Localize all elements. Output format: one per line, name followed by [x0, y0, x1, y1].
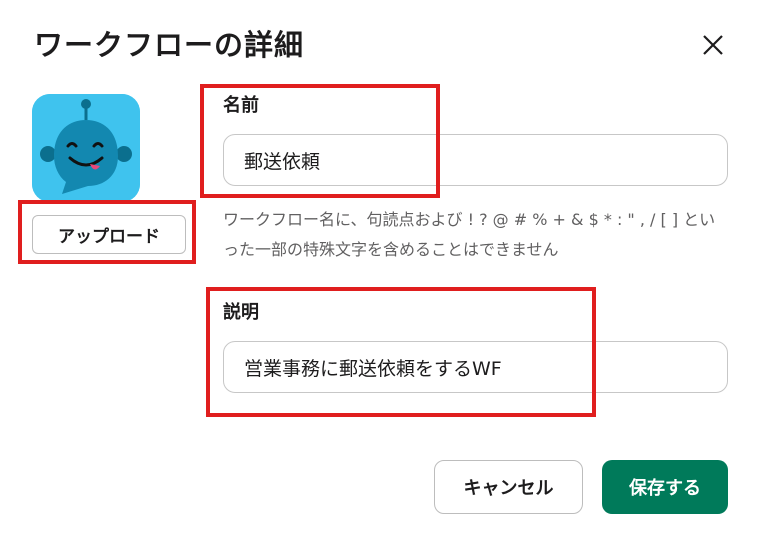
- name-label: 名前: [223, 95, 259, 116]
- description-label: 説明: [223, 302, 259, 323]
- name-input[interactable]: 郵送依頼: [223, 134, 728, 186]
- workflow-avatar: [32, 94, 140, 202]
- description-input-value: 営業事務に郵送依頼をするWF: [244, 357, 502, 380]
- dialog-title: ワークフローの詳細: [34, 28, 305, 62]
- description-input[interactable]: 営業事務に郵送依頼をするWF: [223, 341, 728, 393]
- name-hint: ワークフロー名に、句読点および ! ? @ # % + & $ * : " , …: [223, 210, 716, 259]
- close-button[interactable]: [698, 30, 728, 60]
- cancel-button[interactable]: キャンセル: [434, 460, 583, 514]
- close-icon: [703, 35, 723, 55]
- save-button[interactable]: 保存する: [602, 460, 728, 514]
- name-input-value: 郵送依頼: [244, 150, 321, 173]
- robot-face-icon: [32, 94, 140, 202]
- upload-button[interactable]: アップロード: [32, 215, 186, 254]
